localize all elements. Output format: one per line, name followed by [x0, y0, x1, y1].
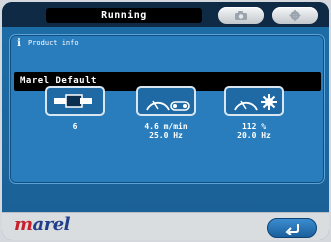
- conveyor-bundle-icon: [54, 94, 92, 108]
- camera-button[interactable]: [218, 7, 264, 24]
- marel-logo: mmarelarel: [14, 214, 70, 235]
- top-bar: Running: [2, 2, 329, 27]
- panel-title: Product info: [28, 39, 79, 47]
- belt-speed-tile[interactable]: [136, 86, 196, 116]
- status-title: Running: [46, 8, 202, 23]
- back-arrow-icon: [285, 224, 299, 235]
- belt-frequency-value: 25.0 Hz: [149, 131, 183, 140]
- conveyor-value: 6: [72, 122, 78, 131]
- settings-button[interactable]: [272, 7, 318, 24]
- hmi-screen: Running i Product info Marel Default 6 4…: [2, 2, 329, 240]
- bottom-bar: mmarelarel: [2, 212, 329, 240]
- fan-gauge-icon: [234, 94, 277, 111]
- back-button[interactable]: [267, 218, 317, 238]
- conveyor-tile[interactable]: [45, 86, 105, 116]
- belt-speed-value: 4.6 m/min: [144, 122, 188, 131]
- gear-icon: [289, 10, 301, 21]
- fan-frequency-value: 20.0 Hz: [237, 131, 271, 140]
- belt-speed-gauge-icon: [146, 100, 190, 111]
- device-frame: Running i Product info Marel Default 6 4…: [0, 0, 331, 242]
- camera-icon: [235, 11, 247, 20]
- info-icon: i: [17, 38, 21, 49]
- fan-tile[interactable]: [224, 86, 284, 116]
- fan-percent-value: 112 %: [241, 122, 267, 131]
